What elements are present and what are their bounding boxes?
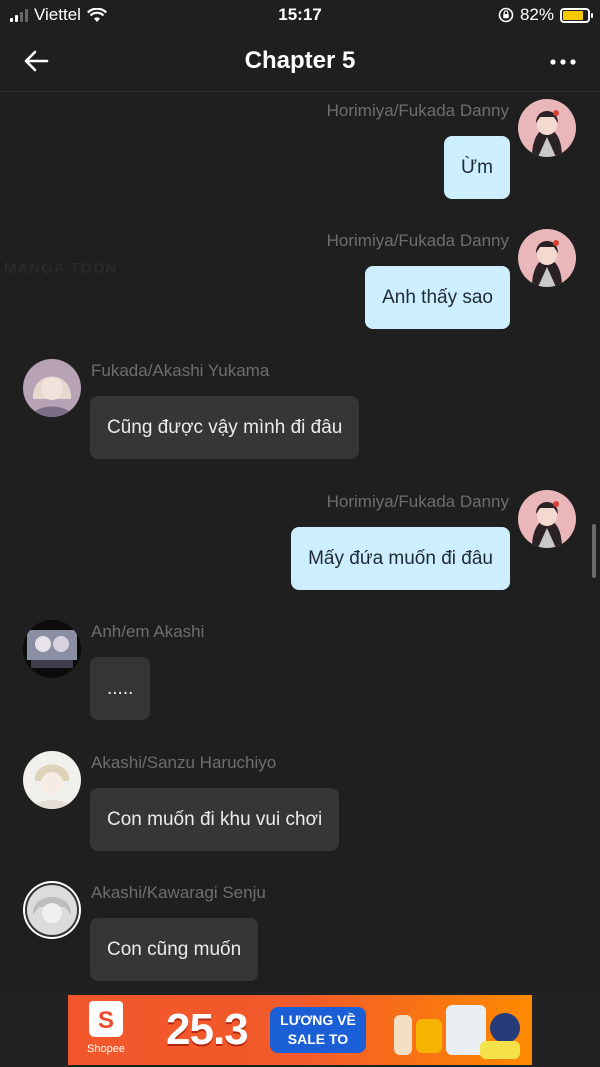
- ad-badge-line2: SALE TO: [287, 1031, 349, 1047]
- ad-products-image: [388, 1003, 528, 1061]
- message-bubble[interactable]: Ừm: [443, 136, 510, 199]
- avatar[interactable]: [23, 751, 81, 809]
- sender-name: Akashi/Sanzu Haruchiyo: [91, 753, 277, 772]
- more-dots-icon: [550, 59, 576, 65]
- ad-banner[interactable]: S Shopee 25.3 LƯƠNG VỀ SALE TO: [68, 995, 532, 1065]
- message-bubble[interactable]: Con muốn đi khu vui chơi: [90, 788, 340, 851]
- message-bubble[interactable]: Mấy đứa muốn đi đâu: [291, 527, 510, 590]
- ad-badge-line1: LƯƠNG VỀ: [280, 1012, 356, 1028]
- watermark: MANGA TOON: [4, 260, 118, 277]
- shopee-logo-letter: S: [97, 1007, 114, 1034]
- ad-banner-area: S Shopee 25.3 LƯƠNG VỀ SALE TO: [0, 992, 600, 1067]
- sender-name: Anh/em Akashi: [91, 622, 205, 641]
- shopee-logo: S Shopee: [80, 1001, 132, 1059]
- avatar[interactable]: [23, 881, 81, 939]
- ad-sale-date: 25.3: [166, 1005, 249, 1054]
- sender-name: Fukada/Akashi Yukama: [91, 361, 270, 380]
- message-bubble[interactable]: Con cũng muốn: [90, 918, 259, 981]
- message-bubble[interactable]: Anh thấy sao: [365, 266, 510, 329]
- shopping-bag-icon: S: [89, 1001, 123, 1037]
- avatar[interactable]: [518, 99, 576, 157]
- avatar[interactable]: [23, 620, 81, 678]
- avatar[interactable]: [518, 229, 576, 287]
- nav-bar: Chapter 5: [0, 30, 600, 92]
- avatar[interactable]: [518, 490, 576, 548]
- ad-sale-badge: LƯƠNG VỀ SALE TO: [270, 1007, 366, 1053]
- scrollbar-thumb[interactable]: [592, 524, 596, 578]
- message-bubble[interactable]: Cũng được vậy mình đi đâu: [90, 396, 360, 459]
- status-bar: Viettel 15:17 82%: [0, 0, 600, 30]
- sender-name: Akashi/Kawaragi Senju: [91, 883, 266, 902]
- sender-name: Horimiya/Fukada Danny: [326, 492, 509, 511]
- page-title: Chapter 5: [244, 47, 356, 74]
- avatar[interactable]: [23, 359, 81, 417]
- ad-brand-label: Shopee: [87, 1043, 125, 1055]
- sender-name: Horimiya/Fukada Danny: [326, 101, 509, 120]
- battery-icon: [560, 7, 593, 23]
- battery-percent: 82%: [519, 5, 554, 24]
- more-button[interactable]: [550, 47, 576, 67]
- battery-group: 82%: [498, 5, 593, 25]
- message-bubble[interactable]: .....: [90, 657, 151, 720]
- rotation-lock-icon: [498, 7, 514, 23]
- sender-name: Horimiya/Fukada Danny: [326, 231, 509, 250]
- chat-thread[interactable]: MANGA TOON Horimiya/Fukada Danny Ừm Hori…: [0, 92, 600, 992]
